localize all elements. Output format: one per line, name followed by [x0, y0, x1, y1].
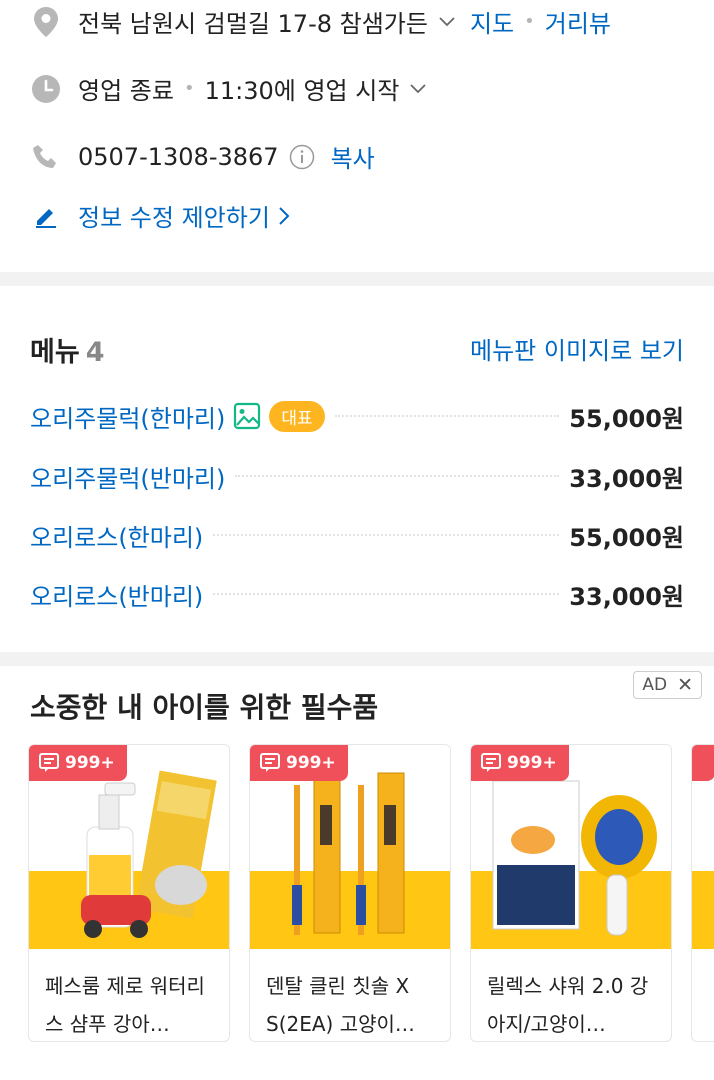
hours-next-open: 11:30에 영업 시작 [204, 77, 400, 105]
info-circle-icon[interactable] [289, 144, 315, 170]
dotted-leader [235, 475, 560, 477]
menu-item-price: 55,000원 [569, 523, 684, 552]
review-count-badge: 999+ [471, 745, 569, 781]
menu-item[interactable]: 오리로스(한마리) 55,000원 [30, 515, 684, 555]
chevron-down-icon[interactable] [438, 13, 456, 31]
product-card[interactable]: 999+ 덴탈 클린 칫솔 X S(2EA) 고양이… [249, 744, 451, 1042]
clock-icon [30, 73, 62, 105]
menu-item[interactable]: 오리로스(반마리) 33,000원 [30, 574, 684, 614]
menu-title: 메뉴 [30, 337, 80, 368]
review-count: 999+ [65, 753, 115, 773]
menu-item-price: 33,000원 [569, 464, 684, 493]
roadview-link[interactable]: 거리뷰 [545, 4, 611, 39]
menu-item-price: 55,000원 [569, 404, 684, 433]
menu-heading: 메뉴 4 [30, 330, 104, 369]
separator-dot: • [524, 11, 535, 32]
review-icon [481, 753, 501, 772]
product-name: 릴렉스 샤워 2.0 강아지/고양이… [487, 974, 649, 1036]
hours-row[interactable]: 영업 종료 • 11:30에 영업 시작 [30, 71, 427, 106]
section-divider [0, 272, 714, 286]
phone-number[interactable]: 0507-1308-3867 [78, 143, 279, 171]
product-card[interactable]: 999+ 릴렉스 샤워 2.0 강아지/고양이… [470, 744, 672, 1042]
pencil-icon [30, 200, 62, 232]
section-divider [0, 652, 714, 666]
ad-badge[interactable]: AD ✕ [633, 671, 702, 699]
map-link[interactable]: 지도 [470, 4, 514, 39]
chevron-right-icon [279, 206, 290, 225]
review-count: 999+ [286, 753, 336, 773]
suggest-edit-label: 정보 수정 제안하기 [78, 204, 270, 232]
menu-count: 4 [85, 337, 105, 368]
location-pin-icon [30, 6, 62, 38]
menu-item-price: 33,000원 [569, 582, 684, 611]
place-info-section: 전북 남원시 검멀길 17-8 참샘가든 지도 • 거리뷰 영업 종료 • 11… [0, 0, 714, 272]
review-icon [39, 753, 59, 772]
close-icon[interactable]: ✕ [677, 674, 693, 696]
ad-label: AD [642, 675, 668, 695]
review-count-badge [692, 745, 714, 781]
product-name: 덴탈 클린 칫솔 X S(2EA) 고양이… [266, 974, 415, 1036]
phone-row: 0507-1308-3867 복사 [30, 139, 375, 174]
product-image-bg [692, 871, 714, 949]
menu-item-name: 오리주물럭(반마리) [30, 464, 226, 493]
product-card[interactable]: 999+ 페스룸 제로 워터리스 샴푸 강아… [28, 744, 230, 1042]
ad-title: 소중한 내 아이를 위한 필수품 [30, 691, 379, 724]
address-row: 전북 남원시 검멀길 17-8 참샘가든 지도 • 거리뷰 [30, 4, 611, 39]
menu-item[interactable]: 오리주물럭(반마리) 33,000원 [30, 456, 684, 496]
menu-item-name: 오리주물럭(한마리) [30, 404, 226, 433]
separator-dot: • [183, 78, 195, 99]
review-count-badge: 999+ [29, 745, 127, 781]
menu-item-name: 오리로스(한마리) [30, 523, 204, 552]
image-icon[interactable] [233, 402, 261, 430]
dotted-leader [334, 415, 560, 417]
dotted-leader [213, 534, 560, 536]
menu-item-name: 오리로스(반마리) [30, 582, 204, 611]
chevron-down-icon[interactable] [409, 80, 427, 98]
address-text: 전북 남원시 검멀길 17-8 참샘가든 [78, 10, 428, 38]
product-name: 페스룸 제로 워터리스 샴푸 강아… [45, 974, 205, 1036]
product-card-partial[interactable] [691, 744, 714, 1042]
copy-phone-button[interactable]: 복사 [331, 139, 375, 174]
review-count-badge: 999+ [250, 745, 348, 781]
phone-icon [30, 141, 62, 173]
review-count: 999+ [507, 753, 557, 773]
suggest-edit-link[interactable]: 정보 수정 제안하기 [30, 198, 290, 233]
hours-status: 영업 종료 [78, 77, 174, 105]
representative-badge: 대표 [269, 400, 325, 432]
review-icon [260, 753, 280, 772]
ad-section: 소중한 내 아이를 위한 필수품 AD ✕ 999+ 페스룸 제로 워터리스 샴… [0, 666, 714, 1080]
menu-section: 메뉴 4 메뉴판 이미지로 보기 오리주물럭(한마리) 대표 55,000원 오리… [0, 286, 714, 652]
menu-board-image-link[interactable]: 메뉴판 이미지로 보기 [470, 331, 684, 366]
dotted-leader [213, 593, 560, 595]
menu-item[interactable]: 오리주물럭(한마리) 대표 55,000원 [30, 396, 684, 436]
